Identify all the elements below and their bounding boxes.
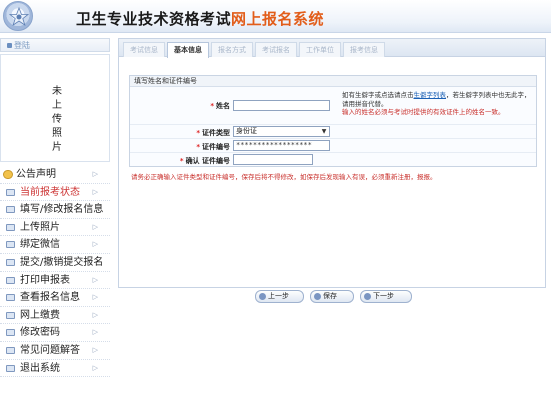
confirm-id-row: * 确认 证件编号 — [130, 153, 536, 167]
print-icon — [6, 276, 15, 284]
view-icon — [6, 294, 15, 302]
sidebar-item-payment[interactable]: 网上缴费 ▷ — [0, 307, 110, 325]
id-type-select[interactable]: 身份证 ▼ — [233, 126, 330, 137]
logo — [3, 1, 33, 31]
sidebar-item-status[interactable]: 当前报考状态 ▷ — [0, 184, 110, 202]
id-type-label: * 证件类型 — [196, 129, 230, 137]
name-row: * 姓名 如有生僻字或点选请点击生僻字列表，若生僻字列表中也无此字，请用拼音代替。… — [130, 88, 536, 125]
chevron-right-icon: ▷ — [92, 363, 98, 372]
main-panel: 考试信息 基本信息 报名方式 考试报名 工作单位 报考信息 填写姓名和证件编号 … — [118, 38, 546, 288]
id-warning-notice: 请务必正确输入证件类型和证件编号，保存后将不得修改，如保存后发现输入有误，必须重… — [131, 173, 437, 181]
status-icon — [7, 43, 12, 48]
sidebar-item-print[interactable]: 打印申报表 ▷ — [0, 272, 110, 290]
required-mark: * — [210, 102, 214, 110]
sidebar-item-announcement[interactable]: 公告声明 ▷ — [0, 166, 110, 184]
tab-application-info[interactable]: 报考信息 — [343, 42, 385, 57]
sidebar-item-bind-wechat[interactable]: 绑定微信 ▷ — [0, 236, 110, 254]
sidebar-item-faq[interactable]: 常见问题解答 ▷ — [0, 342, 110, 360]
id-number-row: * 证件编号 ****************** — [130, 139, 536, 153]
confirm-id-label: * 确认 证件编号 — [179, 157, 230, 165]
sidebar-item-password[interactable]: 修改密码 ▷ — [0, 324, 110, 342]
tab-registration-method[interactable]: 报名方式 — [211, 42, 253, 57]
name-input[interactable] — [233, 100, 330, 111]
arrow-right-icon — [364, 293, 371, 300]
tab-work-unit[interactable]: 工作单位 — [299, 42, 341, 57]
photo-placeholder-text: 未上传照片 — [52, 86, 62, 153]
login-status-bar: 登陆 — [0, 38, 110, 52]
chevron-right-icon: ▷ — [92, 345, 98, 354]
header: 卫生专业技术资格考试网上报名系统 — [0, 0, 551, 33]
required-mark: * — [179, 157, 184, 165]
chevron-right-icon: ▷ — [92, 170, 98, 178]
payment-icon — [6, 311, 15, 319]
chevron-right-icon: ▷ — [92, 310, 98, 319]
chevron-right-icon: ▷ — [92, 222, 98, 231]
sidebar-item-upload-photo[interactable]: 上传照片 ▷ — [0, 219, 110, 237]
prev-step-button[interactable]: 上一步 — [255, 290, 304, 303]
status-icon — [6, 188, 15, 196]
edit-icon — [6, 206, 15, 214]
photo-placeholder: 未上传照片 — [0, 54, 110, 162]
sidebar-item-edit-info[interactable]: 填写/修改报名信息 — [0, 201, 110, 219]
logout-icon — [6, 364, 15, 372]
required-mark: * — [196, 143, 200, 151]
confirm-id-input[interactable] — [233, 154, 313, 165]
faq-icon — [6, 346, 15, 354]
sidebar-item-logout[interactable]: 退出系统 ▷ — [0, 360, 110, 378]
id-number-input[interactable]: ****************** — [233, 140, 330, 151]
submit-icon — [6, 258, 15, 266]
sidebar: 登陆 未上传照片 公告声明 ▷ 当前报考状态 ▷ 填写/修改报名信息 上传照片 ▷ 绑… — [0, 38, 110, 400]
sidebar-item-view-info[interactable]: 查看报名信息 ▷ — [0, 289, 110, 307]
rare-characters-link[interactable]: 生僻字列表 — [414, 91, 447, 99]
chevron-down-icon: ▼ — [321, 128, 327, 135]
chevron-right-icon: ▷ — [92, 293, 98, 302]
arrow-left-icon — [259, 293, 266, 300]
save-icon — [314, 293, 321, 300]
app-title: 卫生专业技术资格考试网上报名系统 — [76, 10, 325, 28]
chevron-right-icon: ▷ — [92, 187, 98, 196]
announcement-icon — [3, 170, 13, 179]
name-hint: 如有生僻字或点选请点击生僻字列表，若生僻字列表中也无此字，请用拼音代替。 输入的姓… — [342, 91, 531, 116]
chevron-right-icon: ▷ — [92, 240, 98, 249]
required-mark: * — [196, 129, 200, 137]
form-section-title: 填写姓名和证件编号 — [130, 76, 536, 87]
photo-icon — [6, 223, 15, 231]
save-button[interactable]: 保存 — [310, 290, 354, 303]
tab-exam-info[interactable]: 考试信息 — [123, 42, 165, 57]
tab-exam-registration[interactable]: 考试报名 — [255, 42, 297, 57]
sidebar-item-submit[interactable]: 提交/撤销提交报名 — [0, 254, 110, 272]
password-icon — [6, 329, 15, 337]
id-number-label: * 证件编号 — [196, 143, 230, 151]
next-step-button[interactable]: 下一步 — [360, 290, 412, 303]
tab-bar: 考试信息 基本信息 报名方式 考试报名 工作单位 报考信息 — [119, 39, 545, 58]
sidebar-menu: 公告声明 ▷ 当前报考状态 ▷ 填写/修改报名信息 上传照片 ▷ 绑定微信 ▷ 提交/撤… — [0, 166, 110, 378]
chevron-right-icon: ▷ — [92, 275, 98, 284]
wechat-icon — [6, 241, 15, 249]
identity-form: 填写姓名和证件编号 * 姓名 如有生僻字或点选请点击生僻字列表，若生僻字列表中也无… — [129, 75, 537, 167]
tab-basic-info[interactable]: 基本信息 — [167, 42, 209, 58]
emblem-icon — [8, 6, 30, 26]
chevron-right-icon: ▷ — [92, 328, 98, 337]
name-label: * 姓名 — [210, 102, 230, 110]
id-type-row: * 证件类型 身份证 ▼ — [130, 125, 536, 139]
